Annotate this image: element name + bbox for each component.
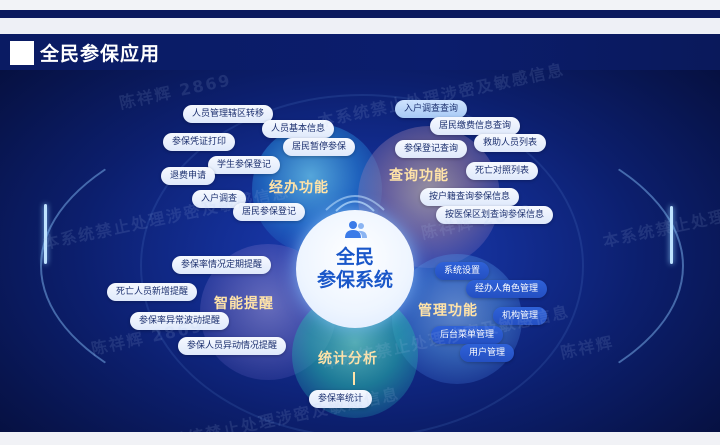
top-strip [0, 10, 720, 18]
category-zhineng[interactable]: 智能提醒 [214, 293, 274, 313]
item-zn-0[interactable]: 参保率情况定期提醒 [172, 256, 272, 274]
item-gl-0[interactable]: 系统设置 [435, 262, 490, 280]
item-cx-4[interactable]: 死亡对照列表 [466, 162, 539, 180]
item-cx-1[interactable]: 居民缴费信息查询 [430, 117, 521, 135]
item-cx-3[interactable]: 救助人员列表 [474, 134, 547, 152]
item-jb-5[interactable]: 退费申请 [161, 167, 216, 185]
item-zn-1[interactable]: 死亡人员新增提醒 [107, 283, 198, 301]
page-title: 全民参保应用 [40, 43, 161, 65]
main-stage: 全民参保应用 全民 参保系统 经办功能 查询功能 智能提醒 管理功能 统计分析 … [0, 34, 720, 432]
item-cx-2[interactable]: 参保登记查询 [395, 140, 468, 158]
center-title: 全民 参保系统 [296, 246, 414, 292]
title-bar: 全民参保应用 [0, 34, 720, 70]
center-title-line1: 全民 [335, 246, 374, 268]
category-guanli[interactable]: 管理功能 [418, 300, 478, 320]
item-zn-3[interactable]: 参保人员异动情况提醒 [178, 337, 287, 355]
center-title-line2: 参保系统 [316, 269, 393, 291]
item-jb-3[interactable]: 居民暂停参保 [283, 138, 356, 156]
user-group-icon [345, 221, 367, 238]
item-gl-4[interactable]: 用户管理 [460, 344, 515, 362]
item-jb-2[interactable]: 参保凭证打印 [163, 133, 236, 151]
tongji-divider [353, 372, 355, 385]
bottom-bar [0, 432, 720, 445]
item-jb-0[interactable]: 人员管理辖区转移 [183, 105, 274, 123]
category-chaxun[interactable]: 查询功能 [389, 165, 449, 185]
title-marker-icon [10, 41, 34, 65]
item-gl-1[interactable]: 经办人角色管理 [466, 280, 548, 298]
item-jb-4[interactable]: 学生参保登记 [208, 156, 281, 174]
